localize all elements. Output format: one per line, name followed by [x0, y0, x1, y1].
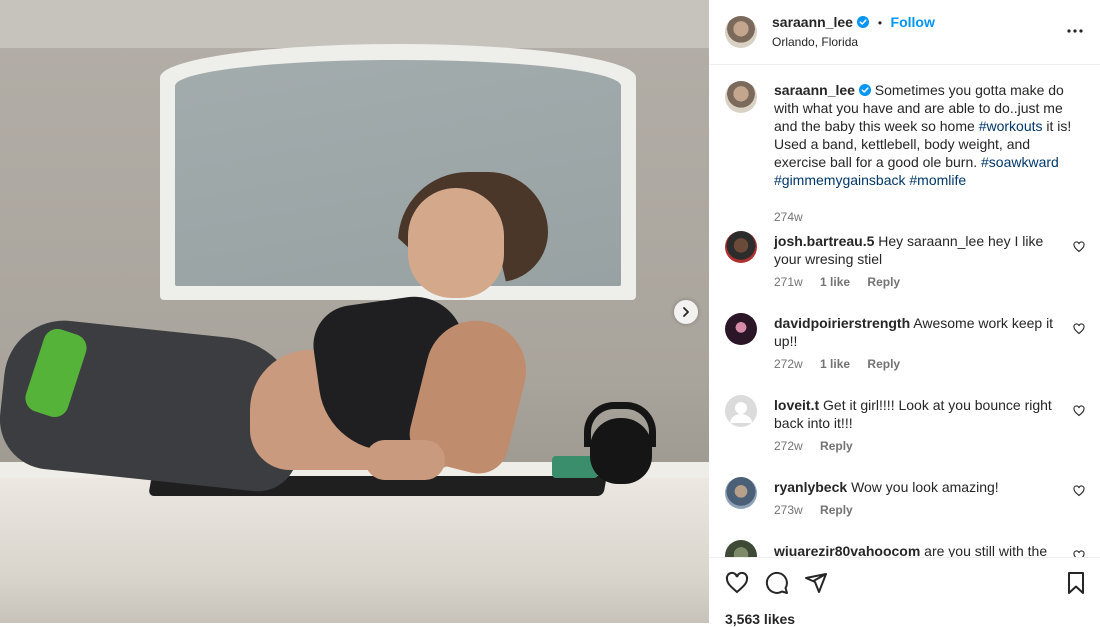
comment-meta: 273w Reply — [774, 503, 867, 517]
comment-text: josh.bartreau.5 Hey saraann_lee hey I li… — [774, 232, 1064, 268]
likes-count[interactable]: 3,563 likes — [725, 611, 795, 627]
post-location[interactable]: Orlando, Florida — [772, 35, 858, 49]
photo-mirror — [175, 60, 621, 286]
comment-avatar[interactable] — [725, 540, 757, 557]
owner-username[interactable]: saraann_lee — [772, 14, 853, 30]
comment-likes[interactable]: 1 like — [820, 275, 850, 289]
comment-time[interactable]: 272w — [774, 439, 803, 453]
caption-avatar[interactable] — [725, 81, 757, 113]
photo-ceiling — [0, 0, 709, 48]
comment-text: davidpoirierstrength Awesome work keep i… — [774, 314, 1064, 350]
heart-icon[interactable] — [725, 571, 749, 595]
comment-text: loveit.t Get it girl!!!! Look at you bou… — [774, 396, 1064, 432]
comment-username[interactable]: ryanlybeck — [774, 479, 847, 495]
caption-time[interactable]: 274w — [774, 210, 803, 224]
comment-meta: 271w 1 like Reply — [774, 275, 914, 289]
comment-time[interactable]: 272w — [774, 357, 803, 371]
comment-username[interactable]: wiuarezir80vahoocom — [774, 543, 920, 557]
comment-avatar[interactable] — [725, 313, 757, 345]
share-icon[interactable] — [804, 571, 828, 595]
post-photo[interactable] — [0, 0, 709, 623]
comment-item: ryanlybeck Wow you look amazing! 273w Re… — [725, 477, 1085, 525]
comment-icon[interactable] — [765, 571, 789, 595]
hashtag-link[interactable]: #momlife — [909, 172, 966, 188]
comment-meta: 272w 1 like Reply — [774, 357, 914, 371]
comment-time[interactable]: 273w — [774, 503, 803, 517]
caption-text: saraann_lee Sometimes you gotta make do … — [774, 81, 1074, 189]
hashtag-link[interactable]: #gimmemygainsback — [774, 172, 906, 188]
owner-avatar[interactable] — [725, 16, 757, 48]
comment-username[interactable]: loveit.t — [774, 397, 819, 413]
comment-body: Wow you look amazing! — [851, 479, 999, 495]
comment-text: ryanlybeck Wow you look amazing! — [774, 478, 1064, 496]
photo-carpet — [0, 478, 709, 623]
post-header: saraann_lee • Follow Orlando, Florida — [709, 0, 1100, 65]
photo-person-hand — [365, 440, 445, 480]
more-options-icon[interactable] — [1066, 22, 1084, 40]
hashtag-link[interactable]: #workouts — [979, 118, 1043, 134]
default-avatar-icon — [725, 395, 757, 427]
comment-item: josh.bartreau.5 Hey saraann_lee hey I li… — [725, 231, 1085, 295]
comment-time[interactable]: 271w — [774, 275, 803, 289]
comment-body: are you still with the — [924, 543, 1048, 557]
heart-icon[interactable] — [1073, 485, 1085, 497]
reply-button[interactable]: Reply — [867, 357, 900, 371]
next-photo-button[interactable] — [674, 300, 698, 324]
comment-username[interactable]: josh.bartreau.5 — [774, 233, 874, 249]
hashtag-link[interactable]: #soawkward — [981, 154, 1059, 170]
heart-icon[interactable] — [1073, 550, 1085, 557]
heart-icon[interactable] — [1073, 241, 1085, 253]
chevron-right-icon — [683, 307, 689, 317]
comment-meta: 272w Reply — [774, 439, 867, 453]
comment-avatar[interactable] — [725, 231, 757, 263]
comment-item: loveit.t Get it girl!!!! Look at you bou… — [725, 395, 1085, 459]
comments-list[interactable]: saraann_lee Sometimes you gotta make do … — [709, 65, 1100, 557]
reply-button[interactable]: Reply — [820, 439, 853, 453]
caption-username[interactable]: saraann_lee — [774, 82, 855, 98]
reply-button[interactable]: Reply — [820, 503, 853, 517]
post-side-panel: saraann_lee • Follow Orlando, Florida sa… — [709, 0, 1100, 627]
comment-item: wiuarezir80vahoocom are you still with t… — [725, 540, 1085, 557]
header-separator: • — [877, 16, 883, 30]
heart-icon[interactable] — [1073, 405, 1085, 417]
comment-item: davidpoirierstrength Awesome work keep i… — [725, 313, 1085, 377]
photo-kettlebell — [590, 418, 652, 484]
comment-avatar[interactable] — [725, 477, 757, 509]
heart-icon[interactable] — [1073, 323, 1085, 335]
caption-meta: 274w — [774, 210, 817, 224]
follow-button[interactable]: Follow — [891, 14, 935, 30]
comment-likes[interactable]: 1 like — [820, 357, 850, 371]
verified-badge-icon — [857, 16, 870, 28]
comment-username[interactable]: davidpoirierstrength — [774, 315, 910, 331]
comment-avatar[interactable] — [725, 395, 757, 427]
reply-button[interactable]: Reply — [867, 275, 900, 289]
post-actions: 3,563 likes — [709, 557, 1100, 627]
bookmark-icon[interactable] — [1064, 571, 1088, 595]
verified-badge-icon — [858, 84, 871, 96]
photo-person-head — [408, 188, 504, 298]
caption: saraann_lee Sometimes you gotta make do … — [725, 81, 1085, 224]
comment-text: wiuarezir80vahoocom are you still with t… — [774, 542, 1064, 557]
